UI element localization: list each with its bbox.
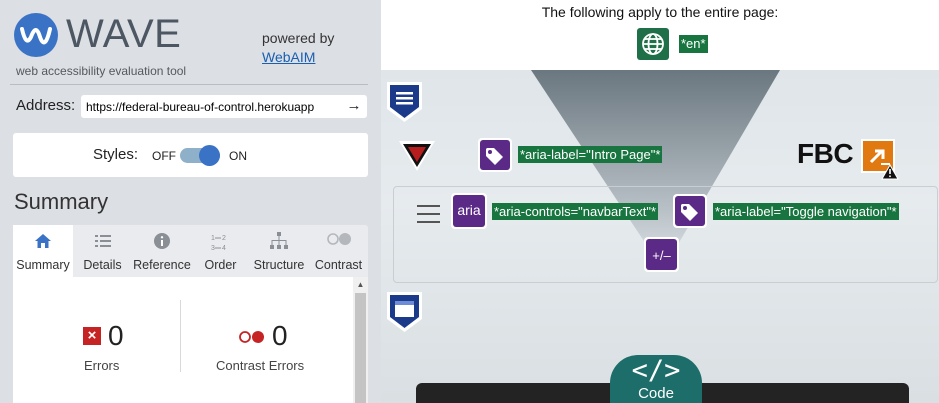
- code-toggle-button[interactable]: </> Code: [610, 355, 702, 403]
- webaim-link[interactable]: WebAIM: [262, 49, 315, 65]
- svg-text:3: 3: [211, 245, 215, 252]
- app-title: WAVE: [66, 12, 182, 56]
- go-arrow-icon[interactable]: →: [345, 97, 363, 115]
- address-label: Address:: [16, 97, 76, 114]
- toggle-knob: [199, 145, 220, 166]
- structure-icon: [270, 232, 288, 249]
- list-icon: [94, 235, 111, 247]
- styles-label: Styles:: [93, 146, 139, 163]
- app-subtitle: web accessibility evaluation tool: [16, 64, 187, 78]
- styles-toggle[interactable]: [180, 145, 220, 166]
- wave-logo-icon: [14, 13, 58, 57]
- home-icon: [35, 234, 51, 248]
- language-tag: *en*: [679, 35, 708, 53]
- divider: [10, 84, 368, 85]
- page-level-notice: The following apply to the entire page: …: [381, 0, 939, 70]
- wave-sidebar: WAVE web accessibility evaluation tool p…: [0, 0, 381, 403]
- scroll-up-arrow-icon[interactable]: ▲: [353, 280, 368, 289]
- tab-label: Contrast: [314, 258, 363, 272]
- contrast-errors-label: Contrast Errors: [216, 358, 305, 373]
- hamburger-menu-icon[interactable]: [417, 205, 440, 229]
- tab-summary[interactable]: Summary: [13, 225, 73, 277]
- address-field-wrapper: →: [81, 95, 367, 118]
- powered-by-text: powered by: [262, 30, 335, 46]
- page-notice-text: The following apply to the entire page:: [541, 4, 779, 20]
- panel-scrollbar[interactable]: ▲: [353, 277, 368, 403]
- panel-tabs: Summary Details Reference 1234 Order Str…: [13, 225, 368, 277]
- tab-structure[interactable]: Structure: [249, 225, 309, 277]
- structure-region-icon[interactable]: [386, 291, 423, 333]
- aria-label-tag-icon[interactable]: [477, 137, 513, 173]
- contrast-errors-count: 0: [272, 320, 288, 351]
- contrast-error-icon: [239, 331, 264, 343]
- tab-label: Reference: [133, 258, 191, 272]
- skip-link-alert-icon[interactable]: [398, 140, 436, 172]
- tab-contrast[interactable]: Contrast: [309, 225, 368, 277]
- code-icon: </>: [631, 355, 681, 386]
- scroll-thumb[interactable]: [355, 293, 366, 403]
- contrast-icon: [326, 233, 351, 245]
- tab-label: Structure: [253, 258, 305, 272]
- summary-heading: Summary: [14, 189, 109, 214]
- svg-text:4: 4: [222, 245, 226, 252]
- aria-label-intro-tag: *aria-label="Intro Page"*: [518, 146, 663, 163]
- aria-expanded-icon[interactable]: +/–: [644, 237, 679, 272]
- aria-label-toggle-tag: *aria-label="Toggle navigation"*: [713, 203, 899, 220]
- styles-card: Styles: OFF ON: [13, 133, 368, 177]
- summary-content: [13, 277, 353, 403]
- aria-badge-text: aria: [453, 195, 485, 227]
- link-alert-icon[interactable]: [860, 138, 900, 180]
- styles-on-label: ON: [229, 149, 247, 163]
- order-icon: 1 23 4: [211, 235, 226, 252]
- code-button-label: Code: [638, 385, 674, 402]
- address-input[interactable]: [81, 95, 341, 118]
- tab-label: Summary: [16, 258, 70, 272]
- aria-label-tag-icon[interactable]: [672, 193, 708, 229]
- expand-badge-text: +/–: [646, 239, 677, 270]
- structure-header-icon[interactable]: [386, 81, 423, 123]
- summary-separator: [180, 300, 181, 372]
- tab-details[interactable]: Details: [73, 225, 132, 277]
- svg-text:2: 2: [222, 235, 226, 242]
- site-logo-text: FBC: [797, 138, 854, 169]
- styles-off-label: OFF: [152, 149, 176, 163]
- tab-label: Order: [204, 258, 237, 272]
- page-preview: The following apply to the entire page: …: [381, 0, 939, 403]
- svg-text:1: 1: [211, 235, 215, 242]
- info-icon: [154, 233, 170, 249]
- aria-icon[interactable]: aria: [451, 193, 487, 229]
- errors-label: Errors: [84, 358, 120, 373]
- tab-order[interactable]: 1234 Order: [192, 225, 249, 277]
- tab-reference[interactable]: Reference: [132, 225, 192, 277]
- error-icon: ×: [83, 327, 101, 345]
- tab-label: Details: [83, 258, 122, 272]
- errors-count: 0: [108, 320, 124, 351]
- language-globe-icon[interactable]: [637, 28, 669, 60]
- aria-controls-tag: *aria-controls="navbarText"*: [492, 203, 659, 220]
